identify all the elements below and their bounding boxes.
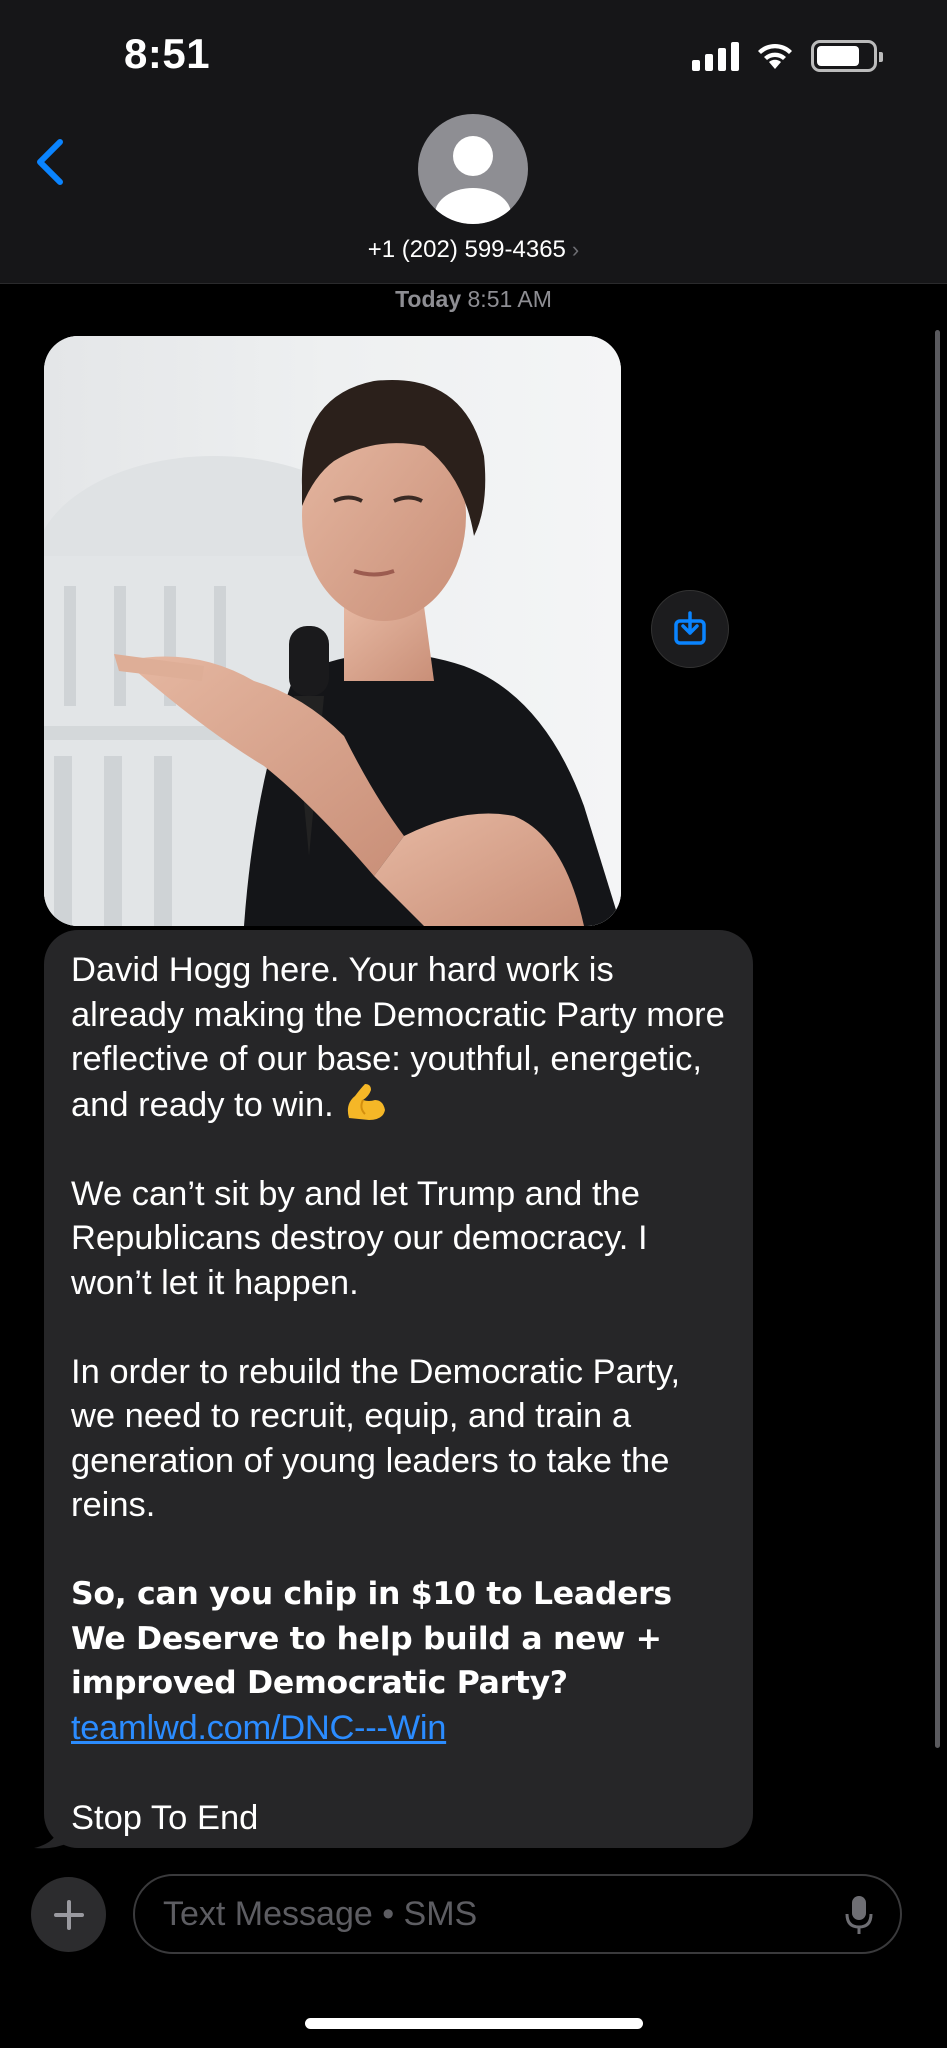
- save-to-device-icon: [674, 611, 706, 645]
- battery-icon: [811, 40, 883, 72]
- donation-ask-text: So, can you chip in $10 to Leaders We De…: [71, 1576, 672, 1701]
- contact-name-button[interactable]: +1 (202) 599-4365 ›: [0, 236, 947, 264]
- message-paragraph-4: So, can you chip in $10 to Leaders We De…: [71, 1572, 727, 1751]
- contact-avatar[interactable]: [418, 114, 528, 224]
- flexed-biceps-icon: [348, 1083, 386, 1120]
- cellular-signal-icon: [692, 41, 739, 71]
- message-timestamp: Today 8:51 AM: [0, 286, 947, 313]
- conversation-header: 8:51 +1 (202) 599-4365 ›: [0, 0, 947, 284]
- contact-number: +1 (202) 599-4365: [367, 236, 566, 263]
- message-paragraph-2: We can’t sit by and let Trump and the Re…: [71, 1174, 648, 1302]
- plus-icon: [53, 1899, 84, 1930]
- bubble-tail: [34, 1820, 70, 1849]
- person-icon: [435, 136, 511, 224]
- chevron-left-icon: [37, 139, 63, 185]
- message-paragraph-1: David Hogg here. Your hard work is alrea…: [71, 948, 727, 1127]
- message-paragraph-3: In order to rebuild the Democratic Party…: [71, 1352, 681, 1525]
- timestamp-time: 8:51 AM: [467, 286, 552, 312]
- photo-image: [44, 336, 621, 926]
- apps-plus-button[interactable]: [31, 1877, 106, 1952]
- timestamp-day: Today: [395, 286, 462, 312]
- home-indicator[interactable]: [305, 2018, 643, 2029]
- message-input-field[interactable]: [133, 1874, 902, 1954]
- microphone-icon[interactable]: [844, 1894, 874, 1936]
- message-photo[interactable]: [44, 336, 621, 926]
- status-time: 8:51: [124, 30, 211, 77]
- wifi-icon: [758, 43, 792, 69]
- message-input[interactable]: [163, 1876, 823, 1952]
- paragraph-1-text: David Hogg here. Your hard work is alrea…: [71, 951, 725, 1124]
- scrollbar[interactable]: [935, 330, 940, 1748]
- stop-to-end-text: Stop To End: [71, 1798, 259, 1837]
- back-button[interactable]: [30, 132, 74, 192]
- save-button[interactable]: [651, 590, 729, 668]
- status-icons: [692, 40, 883, 72]
- donation-link[interactable]: teamlwd.com/DNC---Win: [71, 1709, 446, 1747]
- chevron-right-icon: ›: [571, 237, 580, 262]
- message-bubble[interactable]: David Hogg here. Your hard work is alrea…: [44, 930, 753, 1848]
